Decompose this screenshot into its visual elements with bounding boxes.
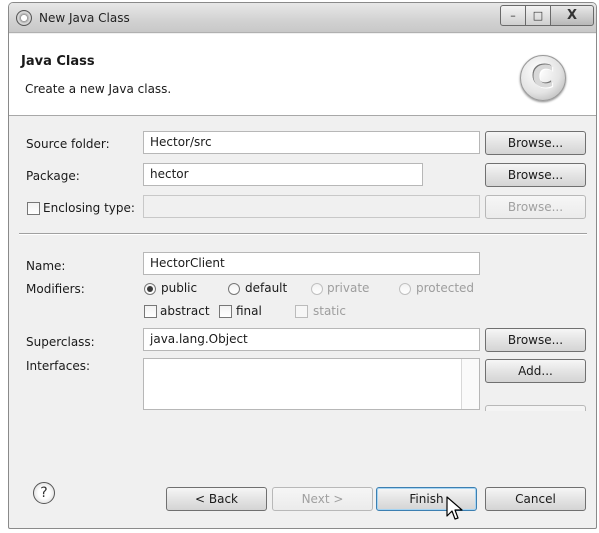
protected-radio-label: protected	[416, 281, 475, 295]
class-name-input[interactable]: HectorClient	[143, 252, 480, 275]
help-icon[interactable]: ?	[33, 482, 55, 504]
interfaces-list[interactable]	[143, 358, 480, 410]
private-radio	[311, 283, 323, 295]
source-folder-label: Source folder:	[26, 137, 110, 151]
banner-title: Java Class	[21, 54, 95, 69]
mouse-pointer-icon	[446, 496, 463, 520]
cancel-button[interactable]: Cancel	[485, 487, 586, 511]
next-button: Next >	[272, 487, 373, 511]
package-label: Package:	[26, 169, 80, 183]
source-folder-input[interactable]: Hector/src	[143, 131, 480, 154]
abstract-checkbox[interactable]	[144, 305, 157, 318]
enclosing-type-input	[143, 195, 480, 218]
new-java-class-dialog: New Java Class – □ X Java Class Create a…	[8, 2, 597, 529]
back-button[interactable]: < Back	[166, 487, 267, 511]
maximize-button[interactable]: □	[525, 5, 551, 26]
package-input[interactable]: hector	[143, 163, 423, 186]
public-radio[interactable]	[144, 283, 156, 295]
superclass-input[interactable]: java.lang.Object	[143, 328, 480, 351]
title-bar[interactable]: New Java Class – □ X	[9, 3, 596, 33]
default-radio-label: default	[245, 281, 288, 295]
static-checkbox	[295, 305, 308, 318]
separator	[19, 233, 587, 235]
interfaces-scrollbar[interactable]	[461, 359, 479, 409]
modifiers-label: Modifiers:	[26, 282, 85, 296]
protected-radio	[399, 283, 411, 295]
remove-interface-button	[485, 405, 586, 411]
eclipse-icon	[16, 10, 32, 26]
final-checkbox[interactable]	[219, 305, 232, 318]
static-checkbox-label: static	[313, 304, 346, 318]
public-radio-label: public	[161, 281, 198, 295]
default-radio[interactable]	[228, 283, 240, 295]
source-folder-browse-button[interactable]: Browse...	[485, 131, 586, 155]
add-interface-button[interactable]: Add...	[485, 359, 586, 383]
superclass-label: Superclass:	[26, 335, 95, 349]
enclosing-type-browse-button: Browse...	[485, 195, 586, 219]
minimize-button[interactable]: –	[500, 5, 526, 26]
name-label: Name:	[26, 259, 66, 273]
interfaces-label: Interfaces:	[26, 359, 91, 373]
package-browse-button[interactable]: Browse...	[485, 163, 586, 187]
window-title: New Java Class	[39, 11, 130, 25]
close-button[interactable]: X	[550, 5, 594, 26]
enclosing-type-label: Enclosing type:	[43, 201, 135, 215]
banner-description: Create a new Java class.	[25, 82, 172, 96]
superclass-browse-button[interactable]: Browse...	[485, 328, 586, 352]
java-class-icon: C	[520, 55, 566, 101]
final-checkbox-label: final	[236, 304, 262, 318]
enclosing-type-checkbox[interactable]	[27, 202, 40, 215]
java-class-icon-letter: C	[531, 60, 555, 95]
abstract-checkbox-label: abstract	[160, 304, 210, 318]
private-radio-label: private	[327, 281, 370, 295]
wizard-banner: Java Class Create a new Java class. C	[9, 34, 596, 116]
